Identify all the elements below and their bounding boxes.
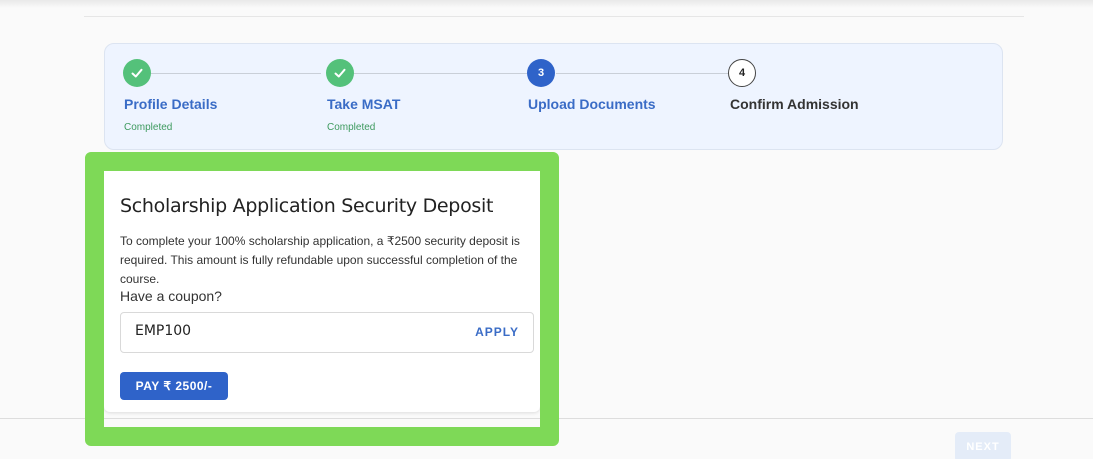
step-1-title[interactable]: Profile Details [124,96,217,112]
top-shadow [0,0,1093,8]
step-2-status: Completed [327,122,376,133]
step-1-check-icon [123,59,151,87]
step-connector [556,73,728,74]
top-divider [84,16,1024,17]
step-4-title[interactable]: Confirm Admission [730,96,859,112]
next-button[interactable]: NEXT [955,432,1011,459]
step-2-check-icon [326,59,354,87]
step-connector [352,73,527,74]
step-2-title[interactable]: Take MSAT [327,96,400,112]
step-connector [149,73,321,74]
progress-stepper: Profile Details Completed Take MSAT Comp… [104,43,1003,150]
step-3-number: 3 [527,59,555,87]
step-3-title[interactable]: Upload Documents [528,96,656,112]
highlight-frame [85,152,559,446]
step-4-number: 4 [728,59,756,87]
step-1-status: Completed [124,122,173,133]
